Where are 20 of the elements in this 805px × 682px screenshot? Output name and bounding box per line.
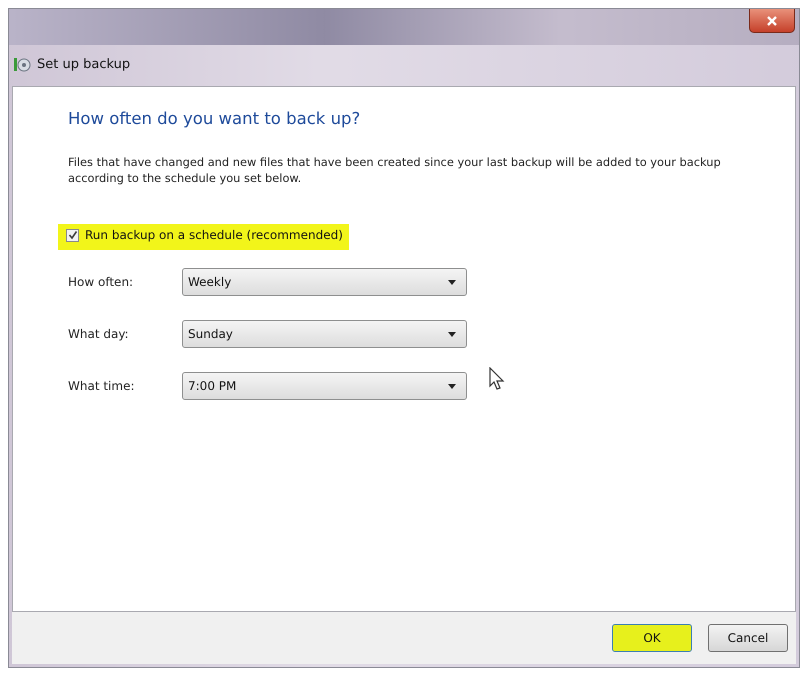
field-label: What day: (68, 327, 130, 341)
close-button[interactable] (749, 9, 795, 33)
description-text: Files that have changed and new files that have been created since your last backup will be added to your backup according to the schedule you set below. (68, 154, 722, 186)
field-label: How often: (68, 275, 134, 289)
ok-button[interactable]: OK (612, 624, 692, 652)
window-title: Set up backup (37, 56, 130, 72)
backup-icon (13, 55, 31, 73)
page-heading: How often do you want to back up? (68, 109, 362, 128)
schedule-checkbox[interactable]: Run backup on a schedule (recommended) (58, 224, 349, 250)
close-icon (766, 16, 778, 26)
dropdown[interactable]: Weekly (182, 268, 467, 296)
dropdown-caret-icon (448, 332, 456, 336)
dropdown[interactable]: 7:00 PM (182, 372, 467, 400)
dropdown-caret-icon (448, 280, 456, 284)
checkmark-icon (68, 230, 78, 240)
cancel-button[interactable]: Cancel (708, 624, 788, 652)
mouse-pointer-icon (489, 367, 507, 391)
field-label: What time: (68, 379, 136, 393)
dropdown[interactable]: Sunday (182, 320, 467, 348)
dropdown-caret-icon (448, 384, 456, 388)
